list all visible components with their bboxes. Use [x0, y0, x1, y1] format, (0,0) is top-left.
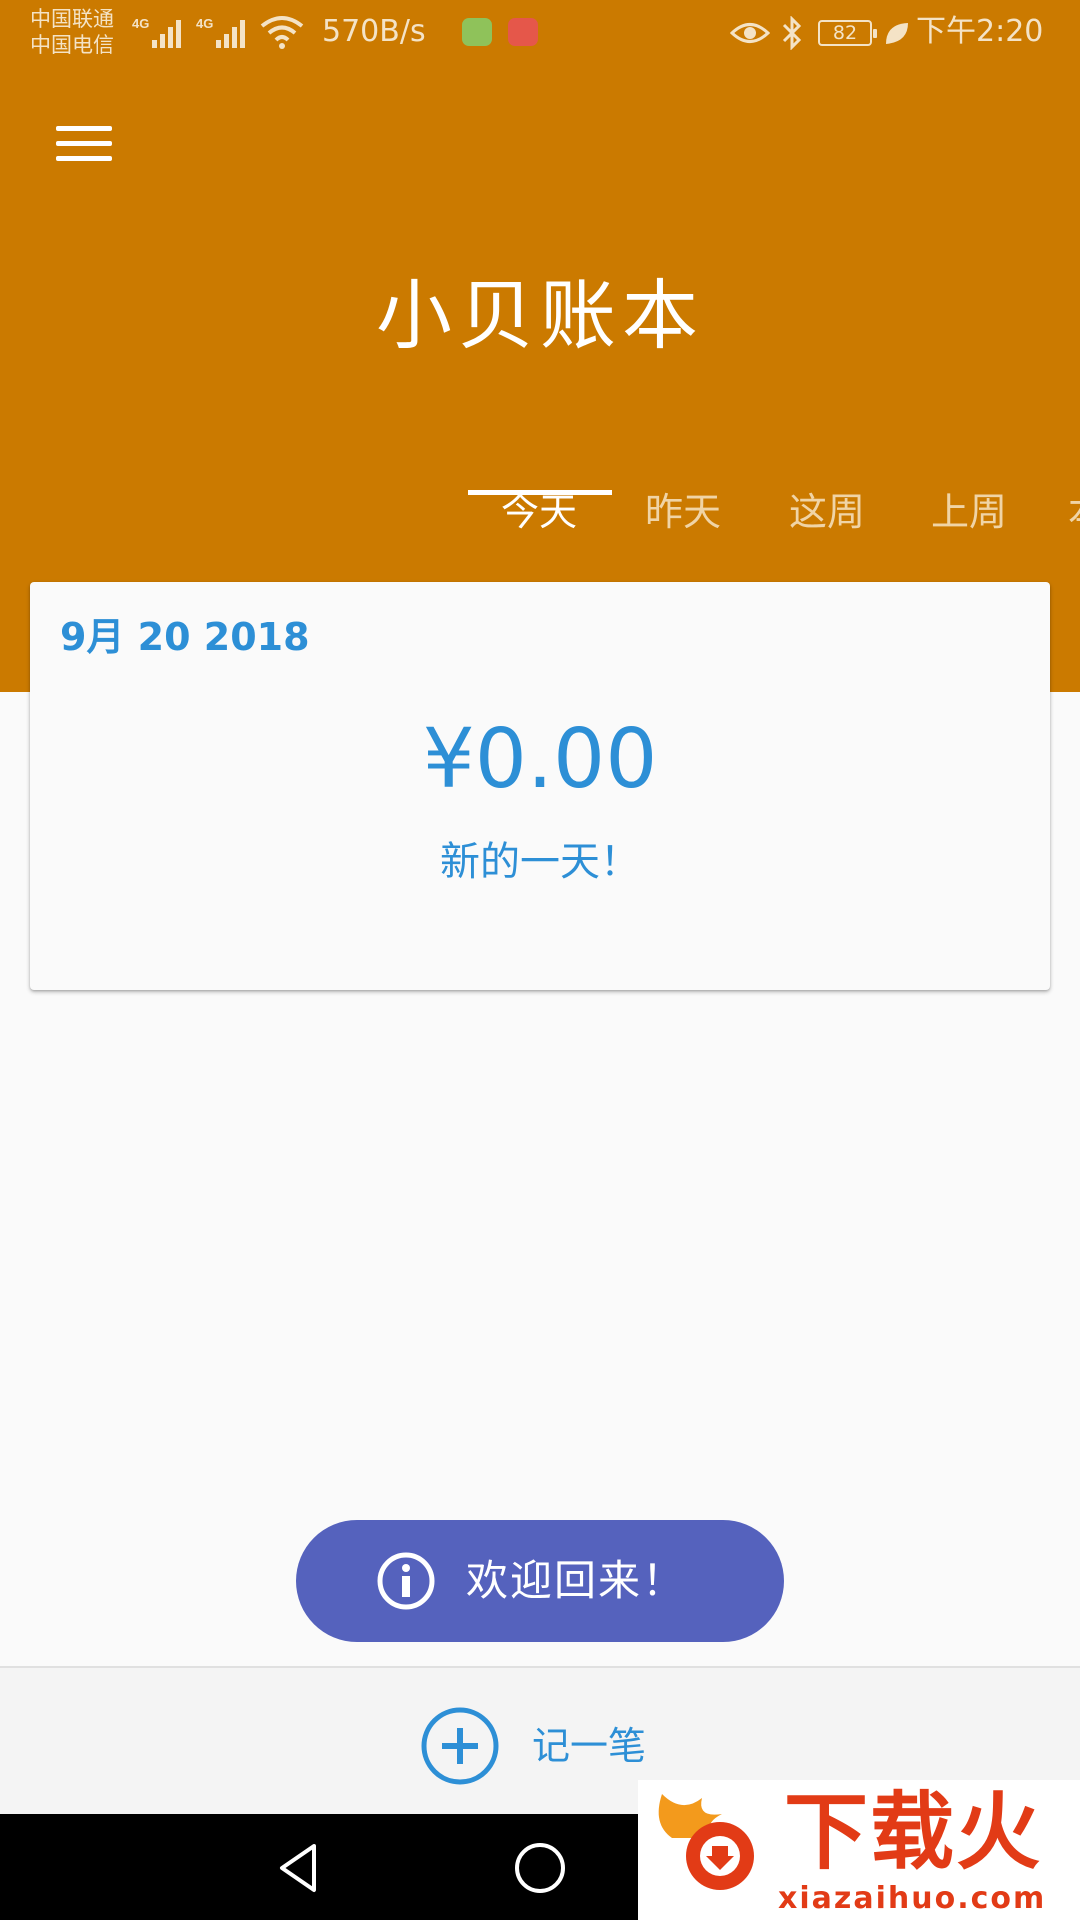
hamburger-menu-icon — [56, 156, 112, 161]
leaf-icon — [886, 23, 908, 44]
menu-button[interactable] — [42, 104, 126, 188]
wifi-icon — [260, 16, 304, 49]
watermark-url: xiazaihuo.com — [778, 1881, 1047, 1916]
card-note: 新的一天！ — [440, 839, 640, 885]
active-tab-indicator — [468, 490, 612, 495]
watermark-text: 下载火 — [784, 1783, 1043, 1881]
app-notification-icon — [508, 18, 538, 46]
carrier-1: 中国联通 — [30, 7, 114, 31]
add-record-button[interactable]: 记一笔 — [420, 1706, 680, 1786]
network-speed: 570B/s — [322, 14, 426, 49]
signal-icon: 4G — [196, 16, 245, 48]
welcome-snackbar[interactable]: 欢迎回来！ — [296, 1520, 784, 1642]
snackbar-text: 欢迎回来！ — [466, 1556, 687, 1605]
signal-icon: 4G — [132, 16, 181, 48]
back-icon[interactable] — [268, 1836, 332, 1900]
home-icon[interactable] — [508, 1836, 572, 1900]
hamburger-menu-icon — [56, 141, 112, 146]
eye-icon — [730, 23, 770, 43]
bluetooth-icon — [782, 16, 802, 50]
app-title: 小贝账本 — [376, 271, 704, 360]
status-bar: 中国联通 中国电信 4G 4G 570B/s 82 下午2:20 — [0, 0, 1080, 64]
network-2-label: 4G — [196, 16, 213, 31]
hamburger-menu-icon — [56, 126, 112, 131]
app-notification-icon — [462, 18, 492, 46]
total-amount: ¥0.00 — [422, 712, 658, 807]
plus-circle-icon — [421, 1707, 499, 1785]
watermark: 下载火 xiazaihuo.com — [638, 1780, 1080, 1920]
add-record-label: 记一笔 — [532, 1724, 647, 1768]
info-icon — [377, 1552, 435, 1610]
carrier-2: 中国电信 — [30, 33, 114, 57]
battery-indicator: 82 — [818, 20, 877, 46]
flame-logo-icon — [658, 1794, 754, 1890]
card-date: 9月 20 2018 — [60, 615, 310, 659]
clock: 下午2:20 — [916, 14, 1044, 49]
carrier-names: 中国联通 中国电信 — [30, 6, 114, 58]
network-1-label: 4G — [132, 16, 149, 31]
tab-overflow[interactable]: 本 — [1068, 464, 1080, 560]
day-summary-card[interactable]: 9月 20 2018 ¥0.00 新的一天！ — [30, 582, 1050, 990]
